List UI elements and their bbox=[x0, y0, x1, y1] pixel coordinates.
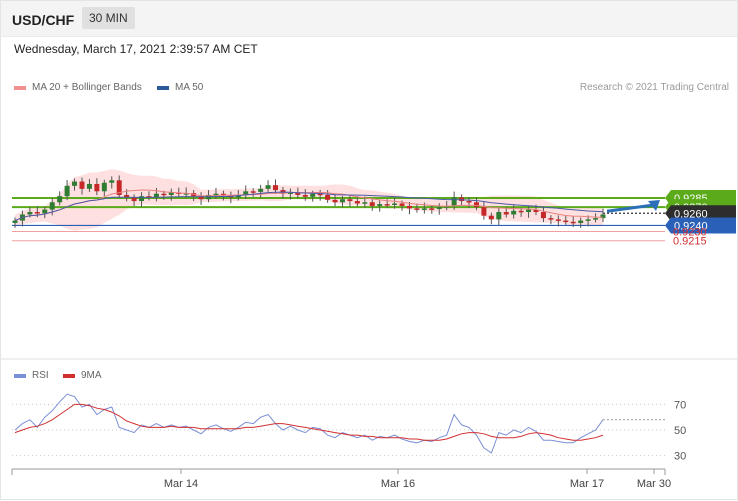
rsi-ma-swatch bbox=[63, 373, 75, 378]
candle-body bbox=[27, 212, 33, 215]
candle-body bbox=[265, 185, 271, 189]
candle-body bbox=[503, 212, 509, 215]
candle-body bbox=[64, 185, 70, 197]
rsi-panel: 70 50 30 bbox=[12, 393, 686, 463]
candle-body bbox=[131, 197, 137, 202]
candle-body bbox=[511, 210, 517, 215]
price-level-label: 0.9215 bbox=[673, 236, 707, 248]
candle-body bbox=[585, 219, 591, 221]
candle-body bbox=[466, 201, 472, 203]
candle-body bbox=[72, 181, 78, 186]
x-tick-label: Mar 17 bbox=[570, 478, 604, 490]
candle-body bbox=[362, 202, 368, 204]
candle-body bbox=[325, 194, 331, 200]
candle-body bbox=[429, 208, 435, 210]
legend-rsi-ma: 9MA bbox=[63, 370, 102, 381]
bollinger-band-area bbox=[15, 169, 603, 231]
candle-body bbox=[459, 197, 465, 202]
x-tick-label: Mar 14 bbox=[164, 478, 198, 490]
candle-body bbox=[347, 199, 353, 202]
candle-body bbox=[42, 209, 48, 214]
candle-body bbox=[392, 203, 398, 205]
price-tags: 0.92850.92700.92600.92400.92300.9215 bbox=[665, 190, 736, 248]
candle-body bbox=[496, 212, 502, 220]
candle-body bbox=[593, 218, 599, 220]
candle-body bbox=[12, 220, 18, 224]
candle-body bbox=[563, 220, 569, 223]
candle-body bbox=[540, 212, 546, 219]
rsi-swatch bbox=[14, 373, 26, 378]
rsi-tick-label: 70 bbox=[674, 399, 686, 411]
candle-body bbox=[399, 203, 405, 206]
candle-body bbox=[369, 202, 375, 206]
candle-body bbox=[302, 194, 308, 197]
candle-body bbox=[414, 208, 420, 210]
candle-body bbox=[377, 204, 383, 206]
candle-body bbox=[49, 202, 55, 210]
candle-body bbox=[555, 219, 561, 221]
bollinger-band bbox=[15, 169, 603, 231]
candle-body bbox=[384, 204, 390, 206]
x-tick-label: Mar 16 bbox=[381, 478, 415, 490]
price-chart: 0.92850.92700.92600.92400.92300.9215 70 5… bbox=[1, 169, 738, 490]
candle-body bbox=[273, 185, 279, 191]
candle-body bbox=[332, 199, 338, 203]
legend-rsi: RSI bbox=[14, 370, 49, 381]
candle-body bbox=[250, 191, 256, 193]
candle-body bbox=[109, 180, 115, 183]
candle-body bbox=[526, 209, 532, 213]
chart-frame: USD/CHF 30 MIN Wednesday, March 17, 2021… bbox=[0, 0, 738, 500]
candle-body bbox=[578, 220, 584, 224]
x-tick-label: Mar 30 bbox=[637, 478, 671, 490]
candle-body bbox=[57, 196, 63, 203]
candle-body bbox=[34, 212, 40, 214]
candle-body bbox=[570, 221, 576, 224]
rsi-tick-label: 50 bbox=[674, 425, 686, 437]
rsi-label: RSI bbox=[32, 370, 49, 381]
rsi-tick-label: 30 bbox=[674, 451, 686, 463]
candle-body bbox=[481, 207, 487, 216]
candle-body bbox=[548, 218, 554, 220]
candle-body bbox=[339, 199, 345, 203]
candle-body bbox=[518, 210, 524, 213]
candle-body bbox=[94, 183, 100, 192]
rsi-ma-label: 9MA bbox=[81, 370, 102, 381]
candle-body bbox=[86, 183, 92, 189]
candle-body bbox=[488, 215, 494, 220]
candle-body bbox=[161, 193, 167, 196]
candle-body bbox=[101, 182, 107, 192]
candle-body bbox=[354, 201, 360, 204]
candle-body bbox=[473, 202, 479, 208]
candle-body bbox=[406, 205, 412, 209]
candle-body bbox=[79, 181, 85, 189]
candle-body bbox=[436, 207, 442, 209]
candle-body bbox=[451, 197, 457, 206]
x-axis: Mar 14 Mar 16 Mar 17 Mar 30 bbox=[11, 468, 671, 490]
candle-body bbox=[421, 208, 427, 210]
candle-body bbox=[258, 188, 264, 192]
rsi-line bbox=[14, 393, 604, 454]
candle-body bbox=[310, 193, 316, 197]
rsi-ma-line bbox=[14, 403, 604, 441]
